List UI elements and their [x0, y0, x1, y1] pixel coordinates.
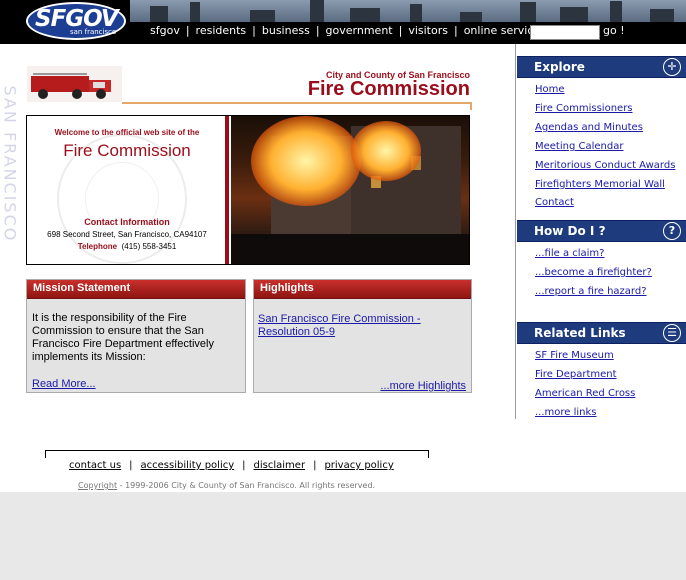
footer-privacy-policy[interactable]: privacy policy [324, 460, 393, 471]
mission-statement-panel: Mission Statement It is the responsibili… [26, 279, 246, 393]
more-highlights-link[interactable]: ...more Highlights [380, 380, 466, 392]
sidebar-link-memorial-wall[interactable]: Firefighters Memorial Wall [535, 179, 665, 190]
go-button[interactable]: go ! [603, 24, 625, 37]
nav-business[interactable]: business [262, 24, 310, 37]
contact-address: 698 Second Street, San Francisco, CA9410… [47, 230, 207, 239]
welcome-box: Welcome to the official web site of the … [26, 115, 470, 265]
phone-number: (415) 558-3451 [121, 242, 177, 251]
mission-heading: Mission Statement [33, 282, 131, 294]
nav-government[interactable]: government [326, 24, 393, 37]
vertical-city-text: SAN FRANCISCO [0, 85, 20, 243]
welcome-text: Welcome to the official web site of the [54, 128, 200, 137]
sidebar-link-agendas-minutes[interactable]: Agendas and Minutes [535, 122, 643, 133]
title-divider [122, 102, 472, 104]
logo-subtext: san francisco [70, 28, 117, 36]
sidebar-link-fire-commissioners[interactable]: Fire Commissioners [535, 103, 633, 114]
explore-title: Explore [534, 60, 585, 74]
howdoi-report-hazard[interactable]: ...report a fire hazard? [535, 286, 647, 297]
welcome-title: Fire Commission [63, 141, 191, 160]
highlights-panel: Highlights San Francisco Fire Commission… [253, 279, 472, 393]
sidebar-link-home[interactable]: Home [535, 84, 565, 95]
nav-sfgov[interactable]: sfgov [150, 24, 180, 37]
howdoi-title: How Do I ? [534, 224, 606, 238]
related-red-cross[interactable]: American Red Cross [535, 388, 635, 399]
sidebar-link-meeting-calendar[interactable]: Meeting Calendar [535, 141, 623, 152]
phone-label: Telephone [77, 242, 118, 251]
right-sidebar: Explore ✛ Home Fire Commissioners Agenda… [515, 44, 686, 419]
page: SFGOV san francisco sfgov | residents | busi… [0, 0, 686, 492]
footer-accessibility-policy[interactable]: accessibility policy [141, 460, 235, 471]
footer-disclaimer[interactable]: disclaimer [254, 460, 306, 471]
highlight-link[interactable]: San Francisco Fire Commission - Resoluti… [258, 313, 463, 339]
copyright-text: - 1999-2006 City & County of San Francis… [119, 481, 376, 490]
contact-heading: Contact Information [84, 217, 170, 227]
contact-phone: Telephone (415) 558-3451 [27, 242, 227, 251]
copyright-link[interactable]: Copyright [78, 481, 117, 490]
related-sf-fire-museum[interactable]: SF Fire Museum [535, 350, 614, 361]
search-input[interactable] [530, 25, 600, 40]
sidebar-link-meritorious-awards[interactable]: Meritorious Conduct Awards [535, 160, 675, 171]
related-more-links[interactable]: ...more links [535, 407, 597, 418]
copyright: Copyright - 1999-2006 City & County of S… [78, 481, 375, 490]
sidebar-link-contact[interactable]: Contact [535, 197, 574, 208]
related-fire-department[interactable]: Fire Department [535, 369, 617, 380]
sfgov-logo[interactable]: SFGOV san francisco [26, 2, 126, 40]
explore-header: Explore ✛ [517, 56, 686, 78]
fire-truck-icon [27, 66, 122, 102]
page-title: Fire Commission [307, 78, 470, 100]
howdoi-become-firefighter[interactable]: ...become a firefighter? [535, 267, 652, 278]
nav-visitors[interactable]: visitors [408, 24, 448, 37]
left-decor-strip: SAN FRANCISCO [0, 44, 20, 492]
skyline-banner [130, 0, 686, 22]
read-more-link[interactable]: Read More... [32, 378, 96, 390]
mission-text: It is the responsibility of the Fire Com… [32, 312, 214, 363]
footer-divider [45, 450, 429, 451]
globe-icon: ☰ [663, 324, 681, 342]
footer-contact-us[interactable]: contact us [69, 460, 121, 471]
site-header: SFGOV san francisco sfgov | residents | busi… [0, 0, 686, 44]
compass-icon: ✛ [663, 58, 681, 76]
question-icon: ? [663, 222, 681, 240]
highlights-heading: Highlights [260, 282, 314, 294]
howdoi-header: How Do I ? ? [517, 220, 686, 242]
footer-links: contact us | accessibility policy | disclaim… [69, 460, 394, 471]
related-links-header: Related Links ☰ [517, 322, 686, 344]
nav-residents[interactable]: residents [196, 24, 247, 37]
related-links-title: Related Links [534, 326, 626, 340]
howdoi-file-claim[interactable]: ...file a claim? [535, 248, 604, 259]
house-fire-photo [231, 116, 469, 264]
